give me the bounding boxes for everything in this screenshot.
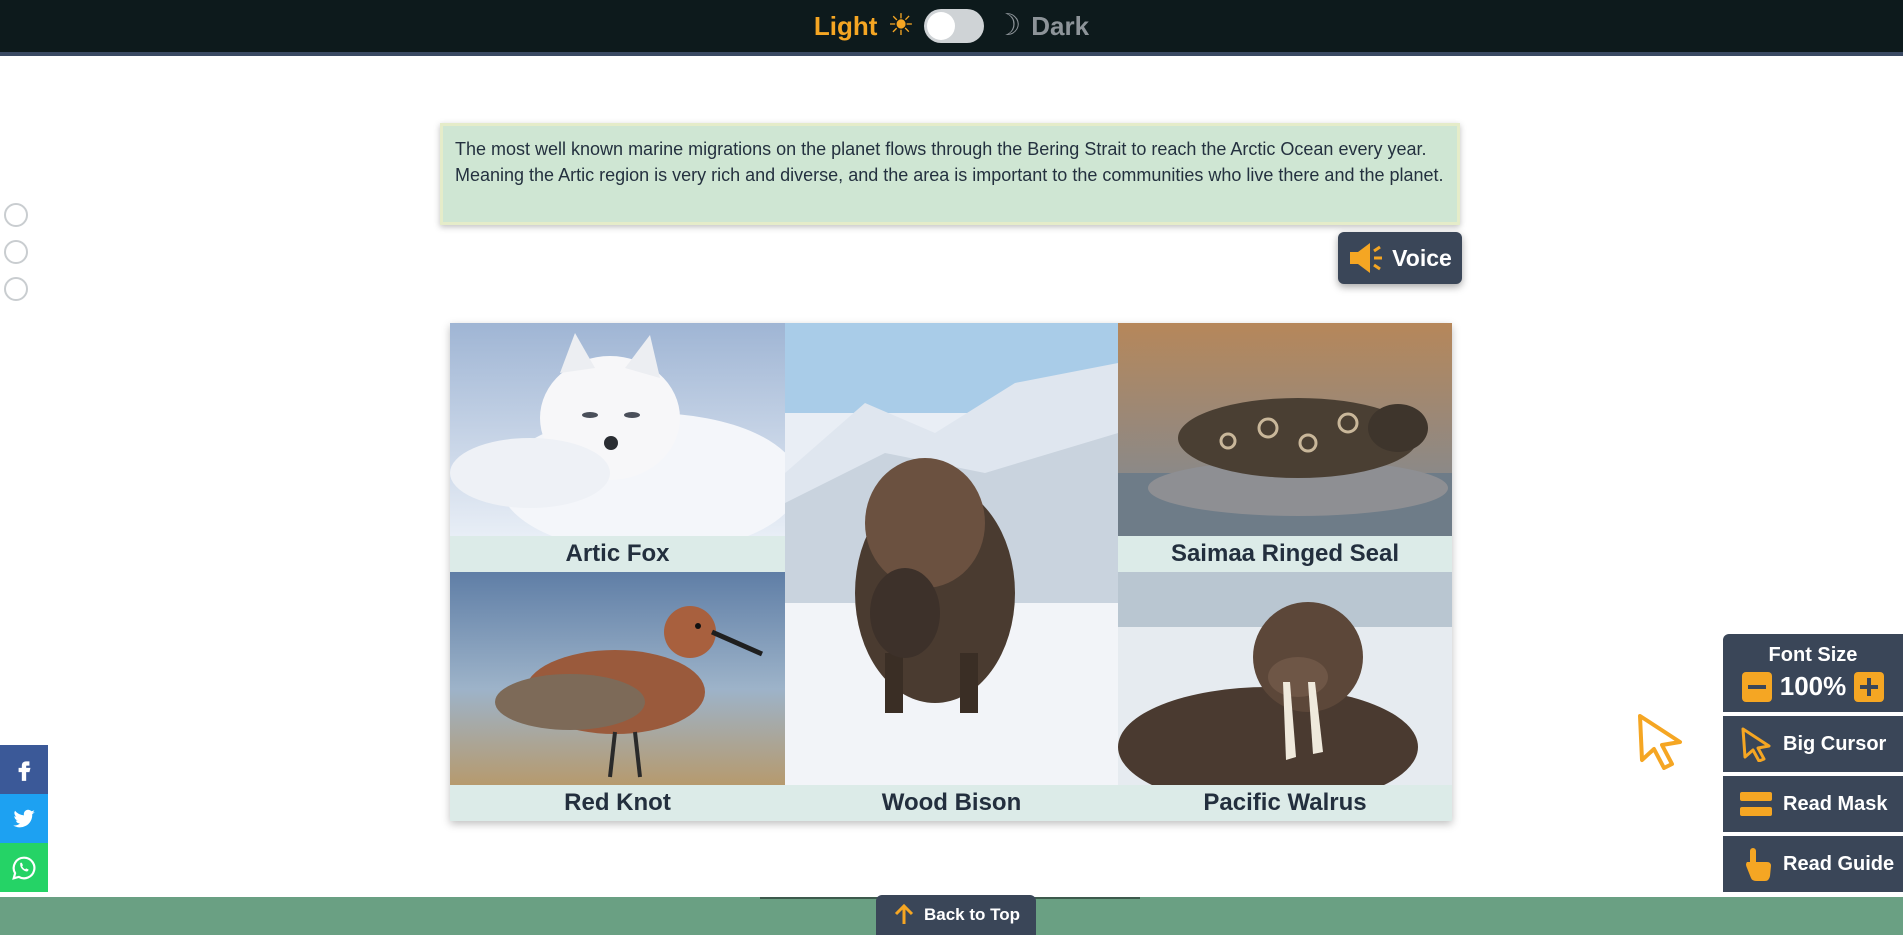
facebook-share-button[interactable] xyxy=(0,745,48,794)
red-knot-image xyxy=(450,572,785,785)
section-dot[interactable] xyxy=(4,240,28,264)
animal-caption: Artic Fox xyxy=(450,536,785,572)
moon-icon: ☽ xyxy=(994,8,1022,43)
saimaa-ringed-seal-image xyxy=(1118,323,1452,536)
twitter-share-button[interactable] xyxy=(0,794,48,843)
gallery-item-wood-bison[interactable]: Wood Bison xyxy=(785,323,1118,821)
toggle-knob xyxy=(927,12,956,40)
read-guide-label: Read Guide xyxy=(1783,852,1895,875)
whatsapp-share-button[interactable] xyxy=(0,843,48,892)
animal-caption: Wood Bison xyxy=(785,785,1118,821)
gallery-item-saimaa-ringed-seal[interactable]: Saimaa Ringed Seal xyxy=(1118,323,1452,572)
section-dot[interactable] xyxy=(4,277,28,301)
read-mask-button[interactable]: Read Mask xyxy=(1723,776,1903,832)
social-share-bar xyxy=(0,745,48,892)
section-dot[interactable] xyxy=(4,203,28,227)
whatsapp-icon xyxy=(12,856,36,880)
pacific-walrus-image xyxy=(1118,572,1452,785)
font-size-control: Font Size 100% xyxy=(1723,634,1903,712)
minus-icon xyxy=(1747,684,1766,689)
theme-toggle-switch[interactable] xyxy=(924,9,985,43)
sun-icon: ☀ xyxy=(887,8,915,43)
gallery-item-red-knot[interactable]: Red Knot xyxy=(450,572,785,821)
cursor-icon xyxy=(1638,714,1682,770)
light-mode-label[interactable]: Light xyxy=(814,11,878,42)
animal-caption: Saimaa Ringed Seal xyxy=(1118,536,1452,572)
voice-label: Voice xyxy=(1392,244,1452,271)
back-to-top-button[interactable]: Back to Top xyxy=(876,895,1036,935)
read-guide-button[interactable]: Read Guide xyxy=(1723,836,1903,892)
font-decrease-button[interactable] xyxy=(1741,671,1772,702)
animal-caption: Red Knot xyxy=(450,785,785,821)
speaker-icon xyxy=(1350,243,1383,273)
top-bar: Light ☀ ☽ Dark xyxy=(0,0,1903,56)
big-cursor-button[interactable]: Big Cursor xyxy=(1723,716,1903,772)
back-to-top-label: Back to Top xyxy=(923,905,1021,924)
read-mask-label: Read Mask xyxy=(1783,792,1888,815)
section-nav-dots xyxy=(4,203,28,301)
facebook-icon xyxy=(18,760,31,781)
font-increase-button[interactable] xyxy=(1854,671,1885,702)
dark-mode-label[interactable]: Dark xyxy=(1031,11,1089,42)
animal-caption: Pacific Walrus xyxy=(1118,785,1452,821)
twitter-icon xyxy=(13,809,35,827)
animal-gallery: Artic Fox Wood Bison Saimaa Ringed Seal … xyxy=(450,323,1452,821)
intro-text-box: The most well known marine migrations on… xyxy=(440,123,1460,225)
accessibility-panel: Font Size 100% Big Cursor Read Mask Read… xyxy=(1723,634,1903,892)
font-size-title: Font Size xyxy=(1768,644,1858,666)
pointing-hand-icon xyxy=(1746,848,1771,881)
read-mask-icon xyxy=(1740,792,1772,816)
voice-button[interactable]: Voice xyxy=(1338,232,1462,284)
cursor-arrow-icon xyxy=(1741,727,1771,762)
big-cursor-label: Big Cursor xyxy=(1783,732,1887,755)
gallery-item-pacific-walrus[interactable]: Pacific Walrus xyxy=(1118,572,1452,821)
wood-bison-image xyxy=(785,323,1118,785)
arrow-up-icon xyxy=(894,903,914,924)
artic-fox-image xyxy=(450,323,785,536)
font-size-value: 100% xyxy=(1779,671,1847,701)
gallery-item-artic-fox[interactable]: Artic Fox xyxy=(450,323,785,572)
